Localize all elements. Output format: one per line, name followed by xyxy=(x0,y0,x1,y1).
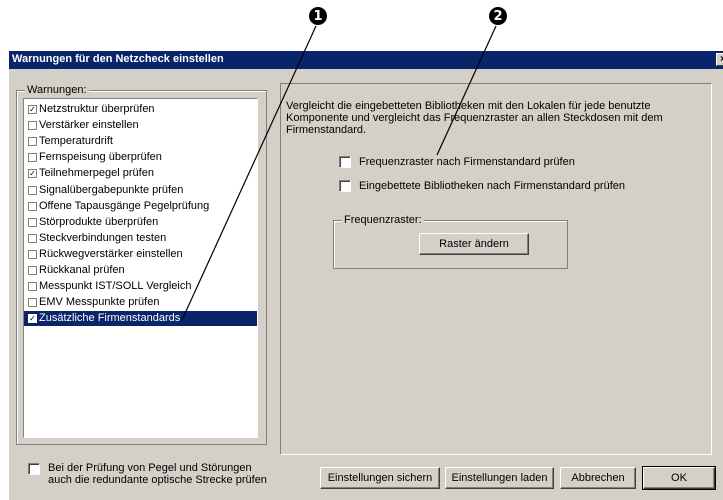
warning-item[interactable]: Temperaturdrift xyxy=(24,134,257,149)
warning-item[interactable]: Signalübergabepunkte prüfen xyxy=(24,183,257,198)
frequenz-checkbox[interactable] xyxy=(339,156,351,168)
warning-checkbox[interactable] xyxy=(28,185,37,195)
warning-item[interactable]: ✓ Zusätzliche Firmenstandards xyxy=(24,311,257,327)
warning-checkbox[interactable] xyxy=(28,217,37,227)
warning-item-label: Verstärker einstellen xyxy=(39,119,139,132)
warning-item-label: Teilnehmerpegel prüfen xyxy=(39,167,154,180)
dialog-title: Warnungen für den Netzcheck einstellen xyxy=(12,53,224,65)
title-bar[interactable]: Warnungen für den Netzcheck einstellen × xyxy=(9,51,723,69)
warning-item-label: Signalübergabepunkte prüfen xyxy=(39,183,184,196)
warning-checkbox[interactable]: ✓ xyxy=(28,105,37,114)
warning-checkbox[interactable] xyxy=(28,153,37,163)
optical-check-label-line2: auch die redundante optische Strecke prü… xyxy=(48,474,267,486)
warning-description: Vergleicht die eingebetteten Bibliotheke… xyxy=(286,100,663,136)
warning-item[interactable]: Störprodukte überprüfen xyxy=(24,215,257,230)
frequenz-check-label: Frequenzraster nach Firmenstandard prüfe… xyxy=(359,156,575,168)
optical-check-label-line1: Bei der Prüfung von Pegel und Störungen xyxy=(48,462,252,474)
warning-item[interactable]: Offene Tapausgänge Pegelprüfung xyxy=(24,199,257,214)
callout-1: 1 xyxy=(309,7,327,25)
warning-checkbox[interactable] xyxy=(28,282,37,292)
warning-item[interactable]: ✓ Netzstruktur überprüfen xyxy=(24,102,257,117)
warning-item-label: Netzstruktur überprüfen xyxy=(39,103,155,115)
warning-checkbox[interactable] xyxy=(28,233,37,243)
warning-checkbox[interactable] xyxy=(28,121,37,131)
callout-2: 2 xyxy=(489,7,507,25)
warning-checkbox[interactable]: ✓ xyxy=(28,169,37,179)
warning-item[interactable]: Fernspeisung überprüfen xyxy=(24,150,257,165)
warning-checkbox[interactable] xyxy=(28,137,37,147)
ok-label: OK xyxy=(671,472,687,484)
cancel-button[interactable]: Abbrechen xyxy=(560,467,636,489)
load-settings-button[interactable]: Einstellungen laden xyxy=(445,467,554,489)
optical-check-row[interactable]: Bei der Prüfung von Pegel und Störungen … xyxy=(28,462,267,486)
warning-item-label: Temperaturdrift xyxy=(39,135,113,148)
cancel-label: Abbrechen xyxy=(571,472,625,484)
save-settings-button[interactable]: Einstellungen sichern xyxy=(320,467,440,489)
warning-item-label: Fernspeisung überprüfen xyxy=(39,151,162,164)
raster-aendern-label: Raster ändern xyxy=(439,238,509,250)
warning-item[interactable]: Steckverbindungen testen xyxy=(24,231,257,246)
frequenzraster-group-label: Frequenzraster: xyxy=(342,214,424,226)
load-settings-label: Einstellungen laden xyxy=(451,472,548,484)
optical-checkbox[interactable] xyxy=(28,463,40,475)
warning-item[interactable]: EMV Messpunkte prüfen xyxy=(24,295,257,310)
warning-checkbox[interactable]: ✓ xyxy=(28,314,37,324)
bibliotheken-check-row[interactable]: Eingebettete Bibliotheken nach Firmensta… xyxy=(339,180,625,192)
warning-item[interactable]: Verstärker einstellen xyxy=(24,118,257,133)
warning-item-label: Steckverbindungen testen xyxy=(39,231,167,244)
warning-checkbox[interactable] xyxy=(28,266,37,275)
warning-item-label: Zusätzliche Firmenstandards xyxy=(39,312,181,325)
warning-item-label: Störprodukte überprüfen xyxy=(39,215,159,228)
raster-aendern-button[interactable]: Raster ändern xyxy=(419,233,529,255)
warning-item[interactable]: Rückkanal prüfen xyxy=(24,263,257,278)
warning-item[interactable]: Messpunkt IST/SOLL Vergleich xyxy=(24,279,257,294)
warning-item-label: Offene Tapausgänge Pegelprüfung xyxy=(39,199,210,212)
warning-checkbox[interactable] xyxy=(28,298,37,308)
close-button[interactable]: × xyxy=(716,53,723,66)
warning-item[interactable]: ✓ Teilnehmerpegel prüfen xyxy=(24,166,257,181)
warning-item-label: Messpunkt IST/SOLL Vergleich xyxy=(39,280,192,293)
detail-panel xyxy=(280,83,712,455)
frequenz-check-row[interactable]: Frequenzraster nach Firmenstandard prüfe… xyxy=(339,156,575,168)
bibliotheken-checkbox[interactable] xyxy=(339,180,351,192)
warning-checkbox[interactable] xyxy=(28,201,37,211)
warning-item-label: EMV Messpunkte prüfen xyxy=(39,296,160,309)
warning-item-label: Rückwegverstärker einstellen xyxy=(39,247,183,260)
warning-item[interactable]: Rückwegverstärker einstellen xyxy=(24,247,257,262)
warnings-group-label: Warnungen: xyxy=(25,84,89,96)
ok-button[interactable]: OK xyxy=(642,466,716,490)
warning-checkbox[interactable] xyxy=(28,249,37,259)
warning-item-label: Rückkanal prüfen xyxy=(39,264,125,276)
bibliotheken-check-label: Eingebettete Bibliotheken nach Firmensta… xyxy=(359,180,626,192)
warnings-list[interactable]: ✓ Netzstruktur überprüfen Verstärker einst… xyxy=(23,98,258,438)
save-settings-label: Einstellungen sichern xyxy=(327,472,433,484)
